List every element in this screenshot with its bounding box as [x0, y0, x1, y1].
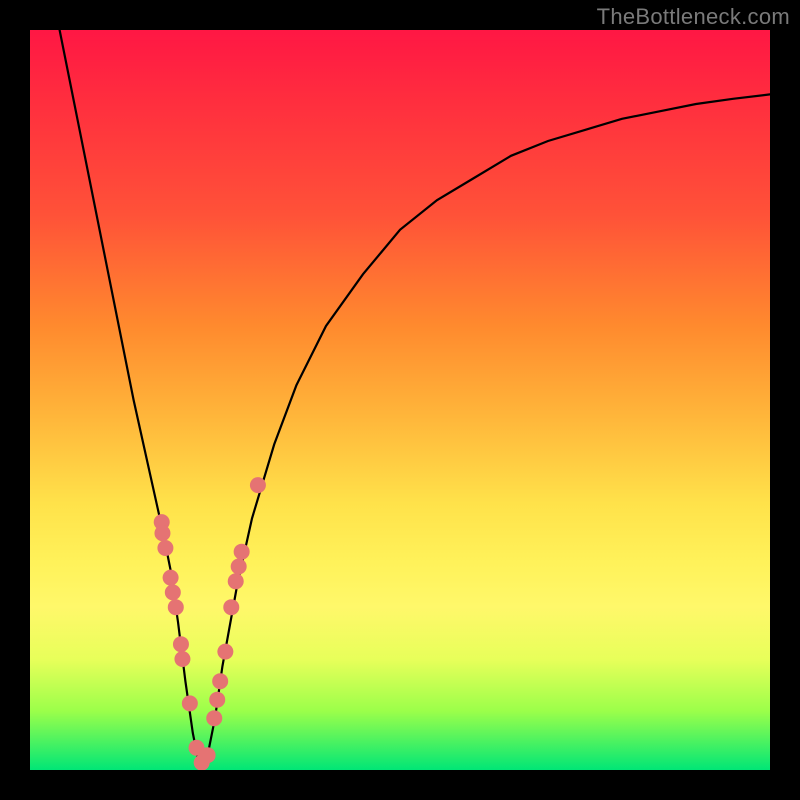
scatter-point: [163, 570, 179, 586]
chart-frame: TheBottleneck.com: [0, 0, 800, 800]
scatter-point: [234, 544, 250, 560]
chart-svg: [30, 30, 770, 770]
scatter-point: [217, 644, 233, 660]
plot-area: [30, 30, 770, 770]
scatter-point: [209, 692, 225, 708]
scatter-points: [154, 477, 266, 770]
scatter-point: [212, 673, 228, 689]
scatter-point: [250, 477, 266, 493]
scatter-point: [157, 540, 173, 556]
scatter-point: [231, 559, 247, 575]
bottleneck-curve: [60, 30, 770, 770]
scatter-point: [165, 584, 181, 600]
scatter-point: [206, 710, 222, 726]
scatter-point: [223, 599, 239, 615]
scatter-point: [154, 525, 170, 541]
scatter-point: [228, 573, 244, 589]
scatter-point: [182, 695, 198, 711]
scatter-point: [173, 636, 189, 652]
scatter-point: [168, 599, 184, 615]
watermark-text: TheBottleneck.com: [597, 4, 790, 30]
scatter-point: [200, 747, 216, 763]
scatter-point: [174, 651, 190, 667]
